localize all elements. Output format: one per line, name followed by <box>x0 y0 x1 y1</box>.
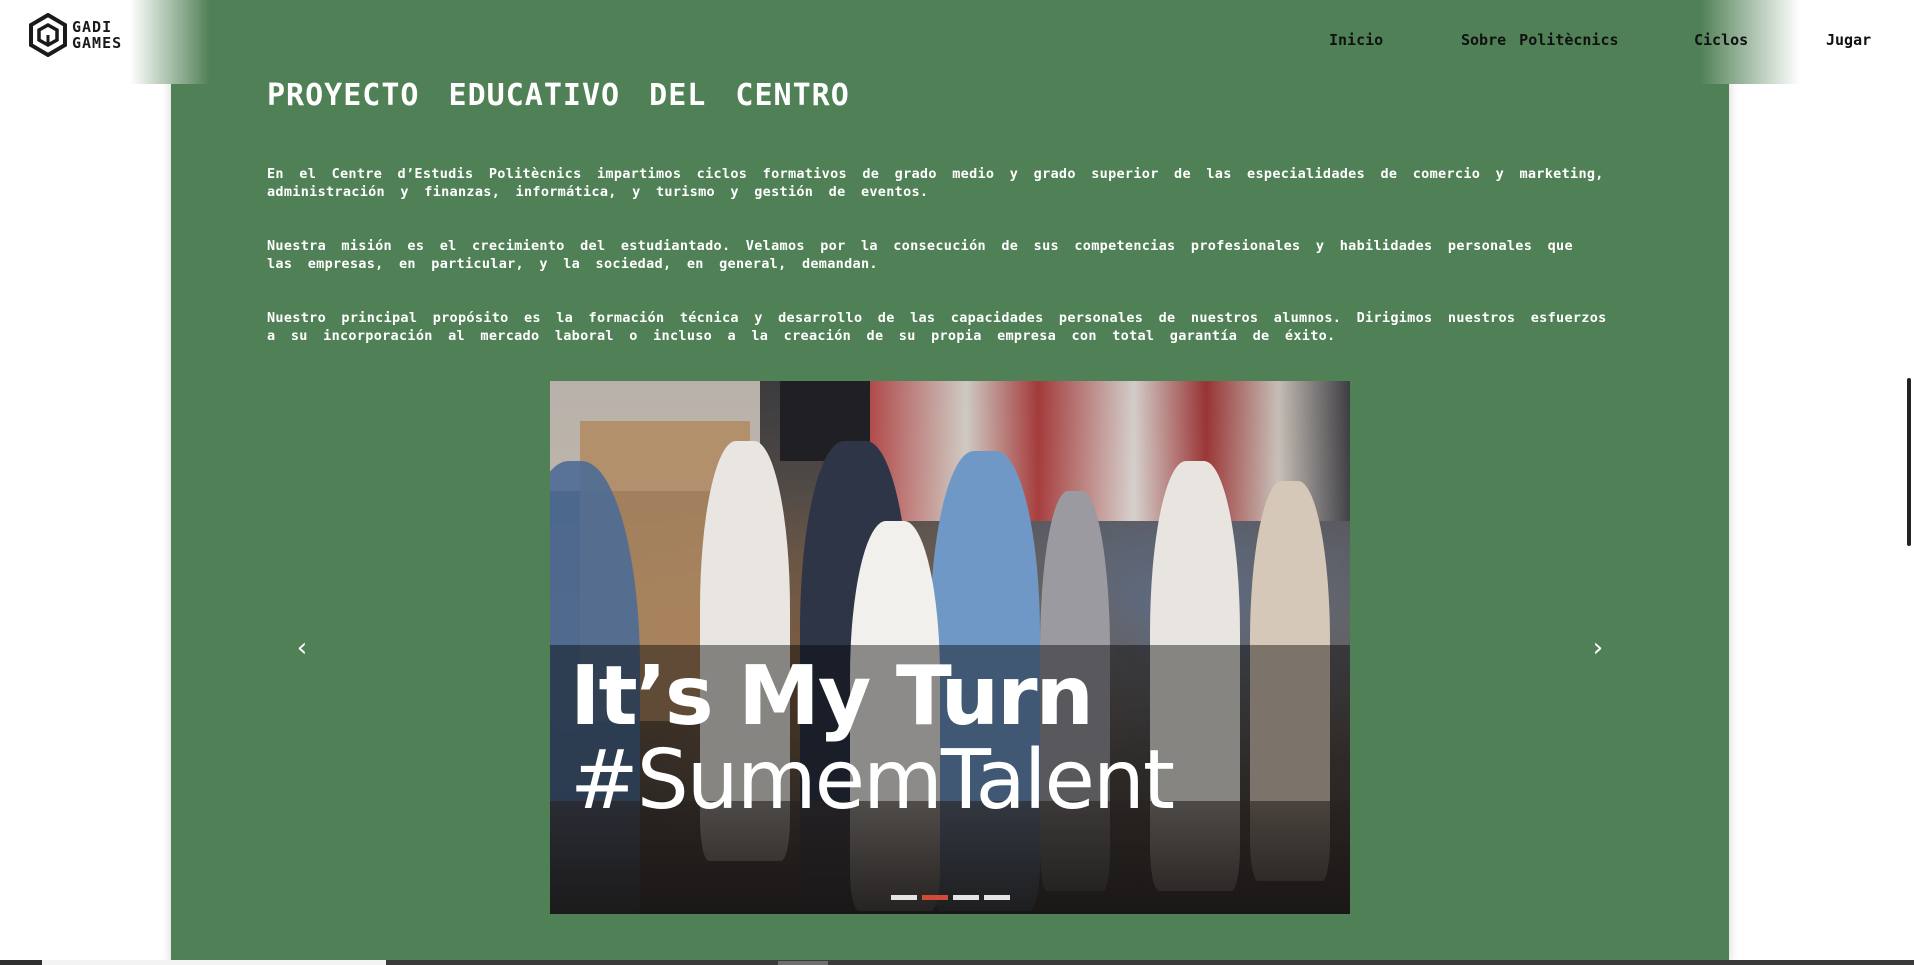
carousel-prev-button[interactable]: ‹ <box>290 628 314 668</box>
nav-link-inicio[interactable]: Inicio <box>1329 31 1383 49</box>
carousel-indicator-4[interactable] <box>983 895 1010 900</box>
slide-caption-line-1: It’s My Turn <box>570 649 1094 744</box>
main-nav: Inicio Sobre Politècnics Ciclos Jugar <box>0 31 1914 53</box>
carousel-indicator-3[interactable] <box>952 895 979 900</box>
site-header: GADI GAMES Inicio Sobre Politècnics Cicl… <box>0 0 1914 84</box>
bottom-strip <box>0 960 1914 965</box>
nav-link-jugar[interactable]: Jugar <box>1826 31 1871 49</box>
carousel-indicator-2[interactable] <box>921 895 948 900</box>
scrollbar-thumb[interactable] <box>1907 378 1911 546</box>
image-carousel: It’s My Turn #SumemTalent <box>550 381 1350 914</box>
slide-caption-line-2: #SumemTalent <box>570 733 1175 828</box>
page: GADI GAMES Inicio Sobre Politècnics Cicl… <box>0 0 1914 965</box>
nav-link-sobre-politecnics[interactable]: Sobre Politècnics <box>1461 31 1619 49</box>
page-scrollbar[interactable] <box>1904 0 1914 965</box>
nav-link-ciclos[interactable]: Ciclos <box>1694 31 1748 49</box>
paragraph-purpose: Nuestro principal propósito es la formac… <box>267 310 1607 344</box>
carousel-indicators <box>550 895 1350 901</box>
paragraph-intro: En el Centre d’Estudis Politècnics impar… <box>267 166 1604 200</box>
carousel-next-button[interactable]: › <box>1586 628 1610 668</box>
bottom-strip-marker <box>778 961 828 965</box>
carousel-indicator-1[interactable] <box>890 895 917 900</box>
paragraph-mission: Nuestra misión es el crecimiento del est… <box>267 238 1573 272</box>
section-title: PROYECTO EDUCATIVO DEL CENTRO <box>267 78 850 113</box>
